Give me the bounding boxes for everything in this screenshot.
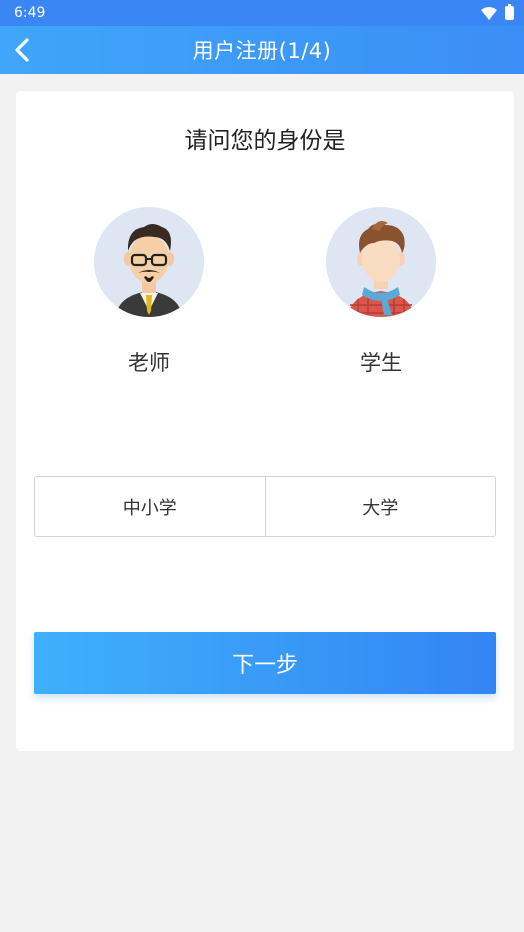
role-option-student[interactable]: 学生: [326, 207, 436, 377]
role-option-teacher[interactable]: 老师: [94, 207, 204, 377]
chevron-left-icon: [15, 38, 29, 62]
role-card: 请问您的身份是 老师 学生 中小学 大学 下一步: [16, 91, 514, 751]
student-avatar-icon: [326, 207, 436, 317]
status-time: 6:49: [14, 5, 46, 21]
teacher-avatar-icon: [94, 207, 204, 317]
status-bar: 6:49: [0, 0, 524, 26]
role-label-teacher: 老师: [128, 351, 170, 375]
back-button[interactable]: [6, 34, 38, 66]
page-title: 用户注册(1/4): [192, 39, 332, 63]
question-heading: 请问您的身份是: [184, 128, 346, 154]
app-bar: 用户注册(1/4): [0, 26, 524, 74]
status-icons: [481, 4, 514, 20]
segment-option-primary-secondary[interactable]: 中小学: [35, 477, 265, 536]
segment-option-university[interactable]: 大学: [264, 477, 496, 536]
battery-icon: [505, 4, 514, 20]
role-label-student: 学生: [360, 351, 402, 375]
next-button[interactable]: 下一步: [34, 632, 496, 694]
school-level-segment: 中小学 大学: [34, 476, 496, 537]
wifi-icon: [481, 6, 497, 20]
